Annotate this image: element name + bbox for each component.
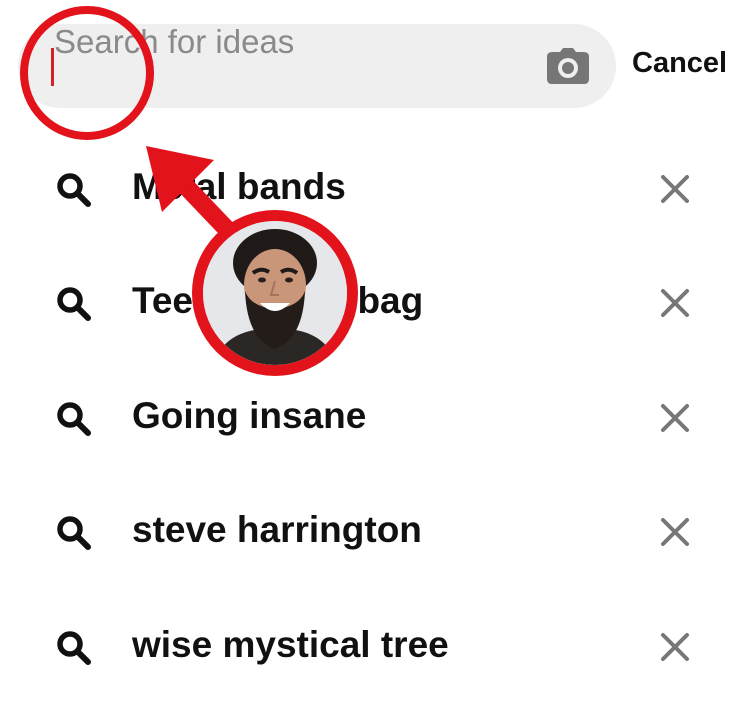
close-icon[interactable]: [658, 515, 692, 549]
close-icon[interactable]: [658, 401, 692, 435]
search-icon: [57, 402, 91, 436]
recent-search-item[interactable]: wise mystical tree: [0, 590, 736, 690]
close-icon[interactable]: [658, 630, 692, 664]
recent-search-text: wise mystical tree: [132, 624, 449, 665]
recent-search-text: Going insane: [132, 395, 367, 436]
camera-icon: [547, 48, 589, 84]
text-caret: [51, 48, 54, 86]
recent-search-text: Teen douchebag: [132, 280, 424, 321]
recent-search-item[interactable]: Going insane: [0, 361, 736, 461]
search-icon: [57, 173, 91, 207]
recent-search-text: steve harrington: [132, 509, 422, 550]
search-input[interactable]: [54, 24, 524, 60]
close-icon[interactable]: [658, 172, 692, 206]
recent-search-text: Metal bands: [132, 166, 346, 207]
cancel-button[interactable]: Cancel: [632, 47, 727, 80]
close-icon[interactable]: [658, 286, 692, 320]
recent-search-item[interactable]: steve harrington: [0, 475, 736, 575]
search-icon: [57, 287, 91, 321]
search-icon: [57, 516, 91, 550]
search-icon: [57, 631, 91, 665]
camera-search-button[interactable]: [546, 47, 590, 85]
recent-search-item[interactable]: Metal bands: [0, 132, 736, 232]
recent-search-item[interactable]: Teen douchebag: [0, 246, 736, 346]
search-screen: Cancel Metal bands Teen douchebag: [0, 0, 736, 714]
